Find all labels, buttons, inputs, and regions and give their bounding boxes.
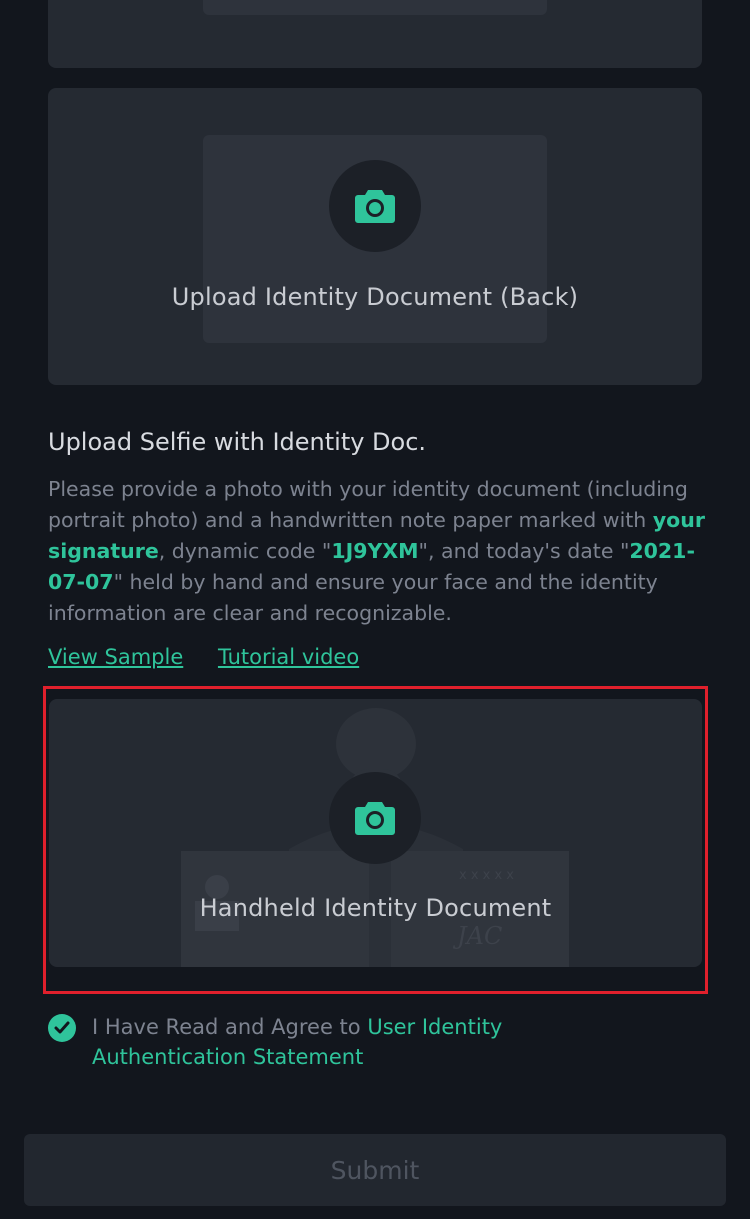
upload-back-card[interactable]: Upload Identity Document (Back) — [48, 88, 702, 385]
desc-part-2: , dynamic code " — [158, 539, 332, 563]
agreement-checkbox[interactable] — [48, 1014, 76, 1042]
desc-part-3: ", and today's date " — [418, 539, 630, 563]
desc-dynamic-code: 1J9YXM — [331, 539, 419, 563]
tutorial-video-link[interactable]: Tutorial video — [218, 645, 359, 669]
help-links: View Sample Tutorial video — [48, 645, 387, 669]
desc-part-4: " held by hand and ensure your face and … — [48, 570, 658, 625]
view-sample-link[interactable]: View Sample — [48, 645, 183, 669]
camera-icon — [329, 160, 421, 252]
highlight-frame — [43, 686, 708, 994]
submit-button[interactable]: Submit — [24, 1134, 726, 1206]
selfie-description: Please provide a photo with your identit… — [48, 474, 708, 629]
upload-front-card[interactable] — [48, 0, 702, 68]
upload-front-inner — [203, 0, 547, 15]
checkmark-icon — [54, 1021, 70, 1034]
desc-part-1: Please provide a photo with your identit… — [48, 477, 688, 532]
agreement-text: I Have Read and Agree to User Identity A… — [92, 1012, 562, 1072]
upload-back-label: Upload Identity Document (Back) — [171, 283, 579, 311]
agreement-prefix: I Have Read and Agree to — [92, 1015, 368, 1039]
selfie-section-title: Upload Selfie with Identity Doc. — [48, 428, 427, 456]
